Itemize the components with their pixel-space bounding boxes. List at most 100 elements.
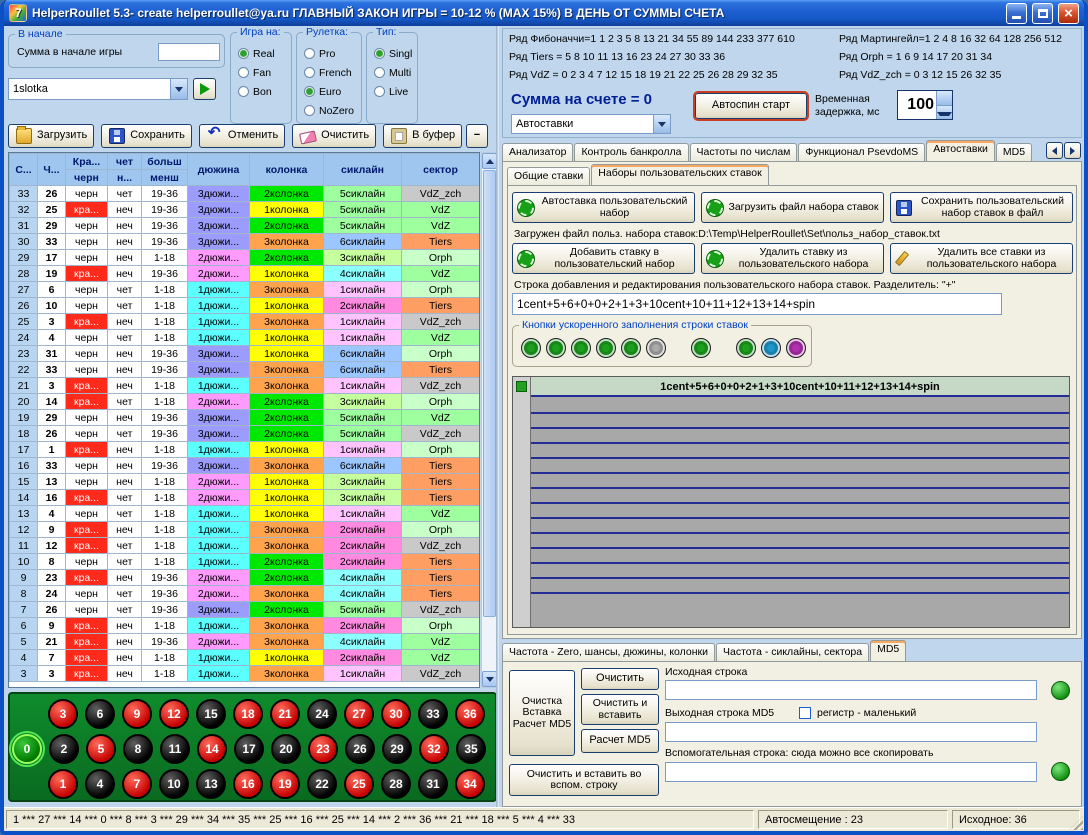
col-header-sixline[interactable]: сиклайн: [324, 154, 402, 186]
radio-option-french[interactable]: French: [304, 63, 356, 82]
table-row[interactable]: 253кра...неч1-181дюжи...3колонка1сиклайн…: [10, 314, 480, 330]
close-button[interactable]: [1058, 3, 1079, 24]
board-number-2[interactable]: 2: [49, 734, 79, 764]
board-number-36[interactable]: 36: [455, 699, 485, 729]
board-number-20[interactable]: 20: [271, 734, 301, 764]
board-number-7[interactable]: 7: [122, 769, 152, 799]
table-row[interactable]: 923кра...неч19-362дюжи...2колонка4сиклай…: [10, 570, 480, 586]
set-button[interactable]: Автоставка пользовательский набор: [512, 192, 695, 223]
tab-md5[interactable]: MD5: [996, 143, 1032, 161]
results-table[interactable]: С... Ч... Кра... чет больш дюжина колонк…: [9, 153, 480, 682]
table-row[interactable]: 2819кра...неч19-362дюжи...1колонка4сикла…: [10, 266, 480, 282]
load-button[interactable]: Загрузить: [8, 124, 94, 148]
spinner-up-button[interactable]: [937, 91, 952, 106]
md5-clear-paste-calc-button[interactable]: Очистка Вставка Расчет MD5: [509, 670, 575, 756]
table-row[interactable]: 2014кра...чет1-182дюжи...2колонка3сиклай…: [10, 394, 480, 410]
radio-option-multi[interactable]: Multi: [374, 63, 412, 82]
table-row[interactable]: 2610чернчет1-181дюжи...1колонка2сиклайнT…: [10, 298, 480, 314]
board-number-9[interactable]: 9: [122, 699, 152, 729]
board-number-32[interactable]: 32: [419, 734, 449, 764]
radio-option-real[interactable]: Real: [238, 44, 286, 63]
board-number-11[interactable]: 11: [160, 734, 190, 764]
play-button[interactable]: [193, 78, 216, 100]
spinner-down-button[interactable]: [937, 106, 952, 120]
board-number-0[interactable]: 0: [12, 734, 42, 764]
col-header-number[interactable]: Ч...: [38, 154, 66, 186]
tab-анализатор[interactable]: Анализатор: [502, 143, 573, 161]
md5-clear-button[interactable]: Очистить: [581, 668, 659, 690]
maximize-button[interactable]: [1032, 3, 1053, 24]
table-row[interactable]: 69кра...неч1-181дюжи...3колонка2сиклайнO…: [10, 618, 480, 634]
list-item[interactable]: [531, 444, 1069, 459]
table-row[interactable]: 134чернчет1-181дюжи...1колонка1сиклайнVd…: [10, 506, 480, 522]
tab-частоты-по-числам[interactable]: Частоты по числам: [690, 143, 798, 161]
slot-select[interactable]: 1slotka: [8, 78, 188, 100]
board-number-33[interactable]: 33: [418, 699, 448, 729]
bet-chip[interactable]: [646, 338, 666, 358]
bet-chip[interactable]: [571, 338, 591, 358]
bet-chip[interactable]: [546, 338, 566, 358]
bets-list-header[interactable]: 1cent+5+6+0+0+2+1+3+10cent+10+11+12+13+1…: [531, 377, 1069, 397]
list-item[interactable]: [531, 519, 1069, 534]
table-row[interactable]: 3129черннеч19-363дюжи...2колонка5сиклайн…: [10, 218, 480, 234]
start-sum-input[interactable]: [158, 43, 220, 61]
tab-общие-ставки[interactable]: Общие ставки: [507, 167, 590, 185]
clear-button[interactable]: Очистить: [292, 124, 376, 148]
table-row[interactable]: 1633черннеч19-363дюжи...3колонка6сиклайн…: [10, 458, 480, 474]
title-bar[interactable]: HelperRoullet 5.3- create helperroullet@…: [4, 0, 1084, 26]
board-number-12[interactable]: 12: [159, 699, 189, 729]
col-header-column[interactable]: колонка: [250, 154, 324, 186]
set-button[interactable]: Добавить ставку в пользовательский набор: [512, 243, 695, 274]
table-row[interactable]: 129кра...неч1-181дюжи...3колонка2сиклайн…: [10, 522, 480, 538]
table-row[interactable]: 244чернчет1-181дюжи...1колонка1сиклайнVd…: [10, 330, 480, 346]
undo-button[interactable]: Отменить: [199, 124, 285, 148]
table-row[interactable]: 171кра...неч1-181дюжи...1колонка1сиклайн…: [10, 442, 480, 458]
board-number-34[interactable]: 34: [455, 769, 485, 799]
tab-scroll-left-button[interactable]: [1046, 142, 1063, 159]
list-item[interactable]: [531, 489, 1069, 504]
set-button[interactable]: Удалить ставку из пользовательского набо…: [701, 243, 884, 274]
table-row[interactable]: 3225кра...неч19-363дюжи...1колонка5сикла…: [10, 202, 480, 218]
table-row[interactable]: 1929черннеч19-363дюжи...2колонка5сиклайн…: [10, 410, 480, 426]
list-item[interactable]: [531, 549, 1069, 564]
table-row[interactable]: 1416кра...чет1-182дюжи...1колонка3сиклай…: [10, 490, 480, 506]
tab-наборы-пользовательских-ставок[interactable]: Наборы пользовательских ставок: [591, 164, 768, 185]
table-row[interactable]: 2233черннеч19-363дюжи...3колонка6сиклайн…: [10, 362, 480, 378]
lowercase-checkbox[interactable]: [799, 707, 811, 719]
list-item[interactable]: [531, 414, 1069, 429]
table-row[interactable]: 521кра...неч19-362дюжи...3колонка4сиклай…: [10, 634, 480, 650]
board-number-5[interactable]: 5: [86, 734, 116, 764]
table-row[interactable]: 3033черннеч19-363дюжи...3колонка6сиклайн…: [10, 234, 480, 250]
col-header-low[interactable]: менш: [142, 170, 188, 186]
board-number-21[interactable]: 21: [270, 699, 300, 729]
md5-output-input[interactable]: [665, 722, 1037, 742]
md5-calc-button[interactable]: Расчет MD5: [581, 729, 659, 753]
radio-option-fan[interactable]: Fan: [238, 63, 286, 82]
md5-source-action-button[interactable]: [1051, 681, 1070, 700]
table-row[interactable]: 213кра...неч1-181дюжи...3колонка1сиклайн…: [10, 378, 480, 394]
radio-option-euro[interactable]: Euro: [304, 82, 356, 101]
table-row[interactable]: 47кра...неч1-181дюжи...1колонка2сиклайнV…: [10, 650, 480, 666]
board-number-10[interactable]: 10: [159, 769, 189, 799]
board-number-16[interactable]: 16: [233, 769, 263, 799]
list-item[interactable]: [531, 429, 1069, 444]
list-item[interactable]: [531, 534, 1069, 549]
copy-to-buffer-button[interactable]: В буфер: [383, 124, 462, 148]
table-row[interactable]: 108чернчет1-181дюжи...2колонка2сиклайнTi…: [10, 554, 480, 570]
save-button[interactable]: Сохранить: [101, 124, 192, 148]
board-number-13[interactable]: 13: [196, 769, 226, 799]
board-number-22[interactable]: 22: [307, 769, 337, 799]
board-number-1[interactable]: 1: [48, 769, 78, 799]
table-row[interactable]: 33кра...неч1-181дюжи...3колонка1сиклайнV…: [10, 666, 480, 682]
md5-clear-paste-aux-button[interactable]: Очистить и вставить во вспом. строку: [509, 764, 659, 796]
tab-частота-zero-шансы-дюжины-колонки[interactable]: Частота - Zero, шансы, дюжины, колонки: [502, 643, 715, 661]
board-number-28[interactable]: 28: [381, 769, 411, 799]
board-number-14[interactable]: 14: [197, 734, 227, 764]
bet-chip[interactable]: [521, 338, 541, 358]
md5-clear-and-paste-button[interactable]: Очистить и вставить: [581, 694, 659, 725]
scroll-down-button[interactable]: [482, 671, 497, 687]
board-number-25[interactable]: 25: [344, 769, 374, 799]
radio-option-live[interactable]: Live: [374, 82, 412, 101]
col-header-red[interactable]: Кра...: [66, 154, 108, 170]
bet-chip[interactable]: [786, 338, 806, 358]
